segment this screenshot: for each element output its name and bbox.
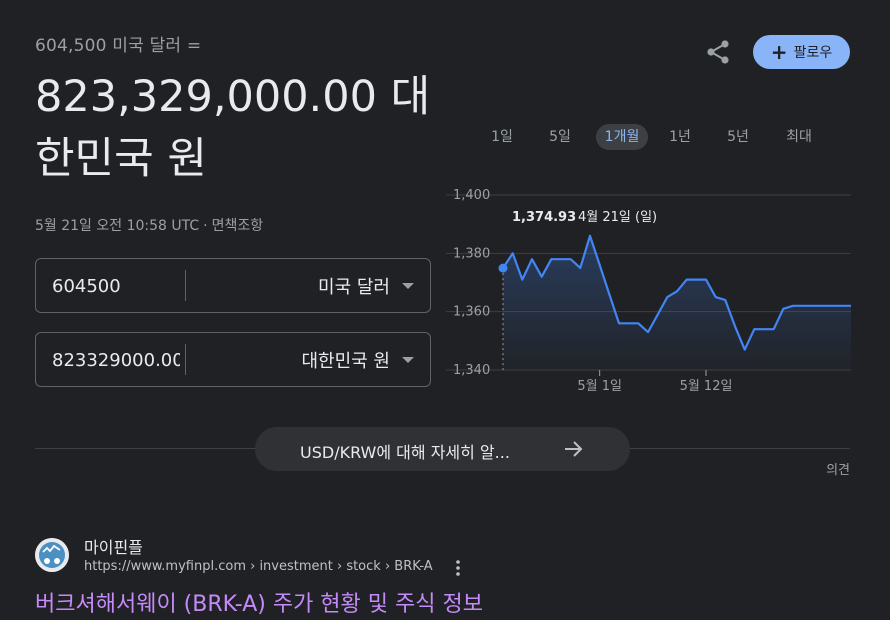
more-about-label: USD/KRW에 대해 자세히 알... <box>300 443 510 462</box>
field-divider <box>185 344 186 375</box>
myfinpl-logo-icon <box>35 538 69 572</box>
from-currency-select[interactable]: 미국 달러 <box>318 273 390 299</box>
chevron-down-icon[interactable] <box>402 357 414 363</box>
to-currency-select[interactable]: 대한민국 원 <box>301 347 390 373</box>
more-about-usd-krw-button[interactable]: USD/KRW에 대해 자세히 알... <box>255 427 630 471</box>
result-title-link[interactable]: 버크셔해서웨이 (BRK-A) 주가 현황 및 주식 정보 <box>35 586 483 618</box>
timestamp-line: 5월 21일 오전 10:58 UTC · 면책조항 <box>35 215 263 235</box>
plus-icon: + <box>770 40 788 64</box>
exchange-rate-chart[interactable]: 1,400 1,380 1,360 1,340 5월 1일 5월 12일 1,374.93 4… <box>446 180 856 400</box>
conversion-result-value: 823,329,000.00 대한민국 원 <box>35 72 431 184</box>
range-tab-2[interactable]: 1개월 <box>596 124 648 150</box>
timestamp: 5월 21일 오전 10:58 UTC <box>35 218 200 234</box>
tooltip-value: 1,374.93 <box>512 210 576 225</box>
range-tab-3[interactable]: 1년 <box>662 124 698 150</box>
tooltip-date: 4월 21일 (일) <box>578 210 657 225</box>
range-tab-5[interactable]: 최대 <box>778 124 820 150</box>
range-tab-1[interactable]: 5일 <box>542 124 578 150</box>
to-amount-input[interactable] <box>52 345 180 375</box>
follow-label: 팔로우 <box>793 45 833 61</box>
y-tick-label: 1,340 <box>453 363 490 378</box>
data-point <box>498 263 508 273</box>
range-tab-0[interactable]: 1일 <box>484 124 520 150</box>
search-result-page: 604,500 미국 달러 = 823,329,000.00 대한민국 원 5월… <box>0 0 890 620</box>
from-amount-input[interactable] <box>52 271 180 301</box>
chevron-down-icon[interactable] <box>402 283 414 289</box>
from-currency-box: 미국 달러 <box>35 258 431 313</box>
disclaimer-link[interactable]: 면책조항 <box>212 218 264 234</box>
arrow-right-icon <box>565 441 583 457</box>
field-divider <box>185 270 186 301</box>
y-tick-label: 1,360 <box>453 305 490 320</box>
separator-dot: · <box>203 218 208 234</box>
follow-button[interactable]: + 팔로우 <box>753 35 850 69</box>
site-name[interactable]: 마이핀플 <box>84 534 143 558</box>
to-currency-box: 대한민국 원 <box>35 332 431 387</box>
conversion-from-line: 604,500 미국 달러 = <box>35 36 202 56</box>
y-tick-label: 1,400 <box>453 188 490 203</box>
x-tick-label: 5월 1일 <box>577 379 622 394</box>
area-fill <box>503 235 851 370</box>
feedback-link[interactable]: 의견 <box>826 459 850 478</box>
share-icon[interactable] <box>704 38 732 66</box>
range-tabs: 1일 5일 1개월 1년 5년 최대 <box>470 120 850 154</box>
range-tab-4[interactable]: 5년 <box>720 124 756 150</box>
site-favicon <box>35 538 69 572</box>
more-options-icon[interactable] <box>451 558 465 578</box>
x-tick-label: 5월 12일 <box>680 379 733 394</box>
y-tick-label: 1,380 <box>453 246 490 261</box>
site-url[interactable]: https://www.myfinpl.com › investment › s… <box>84 559 433 574</box>
